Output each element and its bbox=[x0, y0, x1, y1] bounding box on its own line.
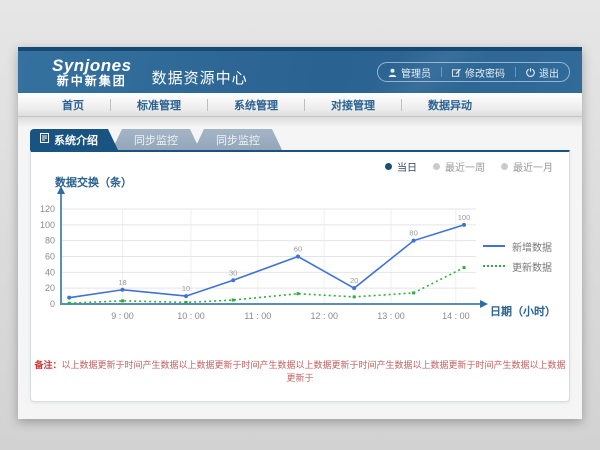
legend-label: 新增数据 bbox=[512, 239, 552, 254]
desktop-background: { "header": { "logo_line1": "Synjones", … bbox=[0, 0, 600, 450]
dotted-line-icon bbox=[483, 265, 505, 267]
footnote-text: 以上数据更新于时间产生数据以上数据更新于时间产生数据以上数据更新于时间产生数据以… bbox=[62, 360, 566, 383]
user-icon bbox=[388, 68, 397, 77]
svg-text:80: 80 bbox=[409, 229, 417, 238]
nav-item-system-mgmt[interactable]: 系统管理 bbox=[208, 97, 304, 113]
app-header: Synjones 新中新集团 数据资源中心 管理员 修改密码 bbox=[18, 51, 582, 93]
tab-bar: 系统介绍 同步监控 同步监控 bbox=[30, 129, 582, 150]
tab-label: 同步监控 bbox=[216, 132, 260, 148]
admin-user-label: 管理员 bbox=[401, 65, 431, 80]
svg-text:100: 100 bbox=[40, 220, 55, 230]
svg-text:10: 10 bbox=[182, 284, 190, 293]
svg-text:100: 100 bbox=[458, 213, 471, 222]
legend-label: 更新数据 bbox=[512, 259, 552, 274]
footnote-label: 备注： bbox=[34, 360, 61, 370]
svg-text:30: 30 bbox=[229, 268, 237, 277]
radio-label: 当日 bbox=[397, 159, 417, 174]
tab-sync-monitor-2[interactable]: 同步监控 bbox=[194, 129, 282, 150]
legend-item-update-data[interactable]: 更新数据 bbox=[483, 256, 583, 276]
radio-last-week[interactable]: 最近一周 bbox=[433, 159, 485, 174]
document-icon bbox=[40, 133, 49, 146]
svg-text:60: 60 bbox=[45, 252, 55, 262]
svg-text:9 : 00: 9 : 00 bbox=[111, 311, 134, 321]
brand-name: Synjones bbox=[52, 57, 132, 75]
radio-today[interactable]: 当日 bbox=[385, 159, 417, 174]
radio-label: 最近一月 bbox=[513, 159, 553, 174]
svg-text:20: 20 bbox=[45, 283, 55, 293]
nav-item-interface-mgmt[interactable]: 对接管理 bbox=[305, 97, 401, 113]
brand-name-cn: 新中新集团 bbox=[52, 75, 132, 88]
power-icon bbox=[526, 68, 535, 77]
brand-logo: Synjones 新中新集团 bbox=[52, 57, 132, 87]
change-password-button[interactable]: 修改密码 bbox=[442, 63, 515, 81]
line-chart: 0 20 40 60 80 100 120 9 : 00 10 : 00 11 : 00 12 : … bbox=[31, 186, 491, 336]
svg-text:11 : 00: 11 : 00 bbox=[244, 311, 271, 321]
radio-label: 最近一周 bbox=[445, 159, 485, 174]
logout-label: 退出 bbox=[539, 65, 559, 80]
logout-button[interactable]: 退出 bbox=[516, 63, 569, 81]
svg-text:14 : 00: 14 : 00 bbox=[442, 311, 470, 321]
edit-icon bbox=[452, 68, 461, 77]
svg-text:13 : 00: 13 : 00 bbox=[377, 311, 405, 321]
change-password-label: 修改密码 bbox=[465, 65, 505, 80]
admin-user-button[interactable]: 管理员 bbox=[378, 63, 441, 81]
nav-item-data-change[interactable]: 数据异动 bbox=[402, 97, 498, 113]
svg-text:18: 18 bbox=[118, 278, 126, 287]
chart-legend: 新增数据 更新数据 bbox=[483, 236, 583, 276]
radio-dot-icon bbox=[385, 163, 392, 170]
chart-panel: 当日 最近一周 最近一月 数据交换（条） 0204060801001209 : … bbox=[30, 150, 570, 402]
tab-sync-monitor-1[interactable]: 同步监控 bbox=[112, 129, 200, 150]
nav-item-standard-mgmt[interactable]: 标准管理 bbox=[111, 97, 207, 113]
svg-text:20: 20 bbox=[350, 276, 358, 285]
radio-dot-icon bbox=[501, 163, 508, 170]
svg-text:60: 60 bbox=[294, 245, 302, 254]
radio-dot-icon bbox=[433, 163, 440, 170]
legend-item-new-data[interactable]: 新增数据 bbox=[483, 236, 583, 256]
page-title: 数据资源中心 bbox=[152, 67, 248, 88]
footnote: 备注：以上数据更新于时间产生数据以上数据更新于时间产生数据以上数据更新于时间产生… bbox=[31, 358, 569, 384]
svg-text:10 : 00: 10 : 00 bbox=[177, 311, 205, 321]
svg-text:12 : 00: 12 : 00 bbox=[310, 311, 338, 321]
svg-text:120: 120 bbox=[40, 204, 55, 214]
user-toolbar: 管理员 修改密码 退出 bbox=[377, 62, 570, 82]
app-window: Synjones 新中新集团 数据资源中心 管理员 修改密码 bbox=[18, 47, 582, 419]
svg-text:0: 0 bbox=[50, 299, 55, 309]
x-axis-title: 日期（小时） bbox=[490, 303, 556, 319]
content-area: 系统介绍 同步监控 同步监控 当日 最近一周 bbox=[18, 117, 582, 419]
time-range-filter: 当日 最近一周 最近一月 bbox=[385, 159, 553, 174]
radio-last-month[interactable]: 最近一月 bbox=[501, 159, 553, 174]
solid-line-icon bbox=[483, 245, 505, 247]
svg-text:80: 80 bbox=[45, 236, 55, 246]
tab-label: 同步监控 bbox=[134, 132, 178, 148]
svg-text:40: 40 bbox=[45, 267, 55, 277]
nav-item-home[interactable]: 首页 bbox=[36, 97, 110, 113]
main-nav: 首页 标准管理 系统管理 对接管理 数据异动 bbox=[18, 93, 582, 117]
tab-label: 系统介绍 bbox=[54, 132, 98, 148]
tab-system-intro[interactable]: 系统介绍 bbox=[30, 129, 118, 150]
